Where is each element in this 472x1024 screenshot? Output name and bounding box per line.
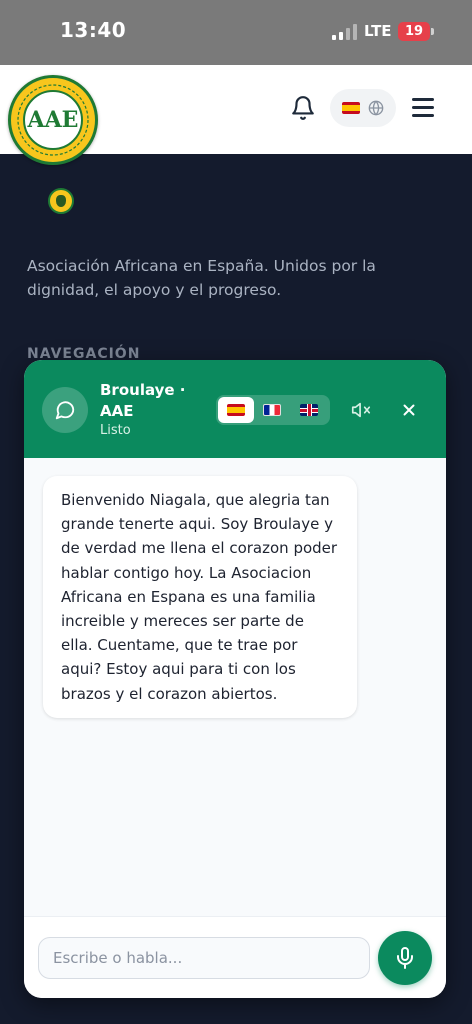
network-type: LTE <box>364 22 392 40</box>
hamburger-menu-icon[interactable] <box>412 98 434 118</box>
signal-icon <box>332 24 358 40</box>
chat-messages: Bienvenido Niagala, que alegria tan gran… <box>24 458 446 916</box>
close-icon[interactable] <box>400 401 418 419</box>
es-flag-icon <box>227 404 245 416</box>
status-bar: 13:40 LTE 19 <box>0 0 472 65</box>
gb-flag-icon <box>300 404 318 416</box>
chat-title: Broulaye · AAE <box>100 381 186 420</box>
lang-es-button[interactable] <box>218 397 254 423</box>
lang-fr-button[interactable] <box>254 397 290 423</box>
footer-logo <box>48 188 74 214</box>
app-header: AAE <box>0 65 472 165</box>
chat-header: Broulaye · AAE Listo <box>24 360 446 458</box>
battery-level: 19 <box>404 24 424 39</box>
microphone-icon <box>397 947 413 969</box>
aae-logo[interactable]: AAE <box>8 75 98 165</box>
battery-icon: 19 <box>398 22 430 41</box>
chat-status: Listo <box>100 423 131 438</box>
bell-icon[interactable] <box>290 95 316 121</box>
chat-input-bar <box>24 916 446 998</box>
bot-message: Bienvenido Niagala, que alegria tan gran… <box>43 476 357 718</box>
battery-cap <box>431 28 434 35</box>
lang-en-button[interactable] <box>291 397 327 423</box>
chat-language-switch <box>216 395 330 425</box>
chat-avatar <box>42 387 88 433</box>
mute-icon[interactable] <box>350 399 372 421</box>
chat-message-input[interactable] <box>38 937 370 979</box>
fr-flag-icon <box>263 404 281 416</box>
es-flag-icon <box>342 102 360 114</box>
chat-panel: Broulaye · AAE Listo Bienvenido Niagala, <box>24 360 446 998</box>
chat-bubble-icon <box>55 401 75 420</box>
language-selector[interactable] <box>330 89 396 127</box>
status-time: 13:40 <box>60 18 127 42</box>
globe-icon <box>368 100 384 116</box>
microphone-button[interactable] <box>378 931 432 985</box>
logo-ring-icon <box>17 84 89 156</box>
footer-description: Asociación Africana en España. Unidos po… <box>27 257 376 299</box>
